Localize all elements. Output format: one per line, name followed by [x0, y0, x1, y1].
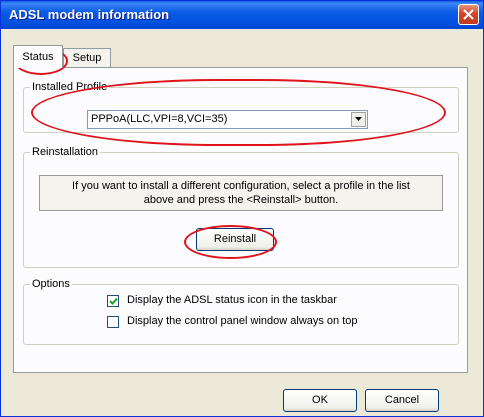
- close-button[interactable]: [458, 4, 479, 25]
- close-icon: [463, 9, 474, 20]
- reinstallation-legend: Reinstallation: [32, 146, 99, 158]
- dialog-window: ADSL modem information Setup Status Inst…: [0, 0, 484, 417]
- tab-status[interactable]: Status: [13, 45, 63, 68]
- profile-select-value: PPPoA(LLC,VPI=8,VCI=35): [91, 113, 228, 125]
- options-group: Options: [23, 278, 459, 345]
- info-line-1: If you want to install a different confi…: [72, 180, 410, 192]
- checkmark-icon: [109, 297, 118, 305]
- reinstall-button[interactable]: Reinstall: [196, 228, 274, 251]
- show-status-icon-label: Display the ADSL status icon in the task…: [127, 294, 337, 306]
- always-on-top-checkbox[interactable]: [107, 316, 119, 328]
- reinstall-info-text: If you want to install a different confi…: [39, 175, 443, 211]
- info-line-2: above and press the <Reinstall> button.: [143, 194, 339, 206]
- profile-select[interactable]: PPPoA(LLC,VPI=8,VCI=35): [87, 110, 368, 129]
- always-on-top-label: Display the control panel window always …: [127, 315, 358, 327]
- window-title: ADSL modem information: [9, 7, 170, 22]
- profile-dropdown-button[interactable]: [351, 112, 366, 127]
- show-status-icon-checkbox[interactable]: [107, 295, 119, 307]
- tab-setup[interactable]: Setup: [63, 48, 111, 68]
- title-bar[interactable]: ADSL modem information: [1, 1, 483, 29]
- options-legend: Options: [32, 278, 70, 290]
- ok-button[interactable]: OK: [283, 389, 357, 412]
- installed-profile-legend: Installed Profile: [32, 81, 108, 93]
- chevron-down-icon: [355, 117, 362, 121]
- cancel-button[interactable]: Cancel: [365, 389, 439, 412]
